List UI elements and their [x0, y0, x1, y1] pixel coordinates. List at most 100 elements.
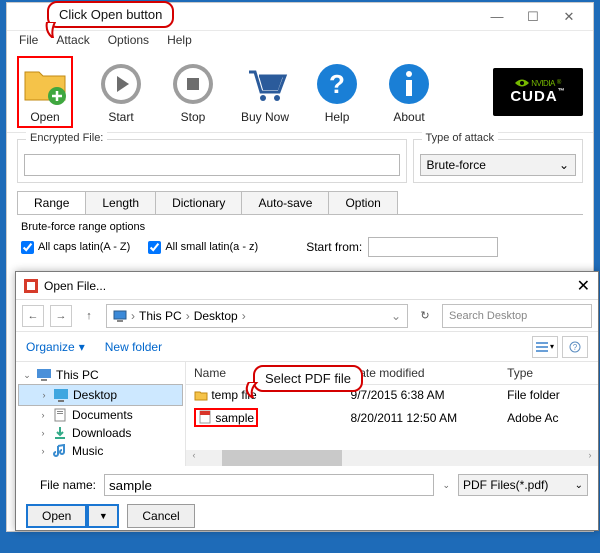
expand-icon[interactable]: ›	[38, 428, 48, 438]
about-button[interactable]: About	[385, 60, 433, 124]
desktop-icon	[53, 388, 69, 402]
stop-button[interactable]: Stop	[169, 60, 217, 124]
refresh-button[interactable]: ↻	[414, 305, 436, 327]
list-item[interactable]: sample 8/20/2011 12:50 AM Adobe Ac	[186, 405, 598, 430]
expand-icon[interactable]: ›	[38, 446, 48, 456]
folder-add-icon	[21, 60, 69, 108]
filetype-value: PDF Files(*.pdf)	[463, 478, 548, 492]
horizontal-scrollbar[interactable]: ‹›	[186, 450, 598, 466]
open-split-button[interactable]: ▼	[87, 504, 119, 528]
row-date: 9/7/2015 6:38 AM	[351, 388, 445, 402]
menubar: File Attack Options Help	[7, 31, 593, 51]
tab-option[interactable]: Option	[328, 191, 397, 214]
close-button[interactable]: ✕	[551, 6, 587, 28]
tree-documents[interactable]: ›Documents	[18, 406, 183, 424]
open-file-button[interactable]: Open	[26, 504, 87, 528]
dialog-title: Open File...	[44, 279, 106, 293]
filename-label: File name:	[26, 478, 96, 492]
nav-up-button[interactable]: ↑	[78, 305, 100, 327]
chevron-down-icon: ⌄	[559, 158, 569, 172]
nav-forward-button[interactable]: →	[50, 305, 72, 327]
dialog-titlebar: Open File... ✕	[16, 272, 598, 300]
menu-options[interactable]: Options	[100, 31, 157, 51]
pc-icon	[36, 368, 52, 382]
checkbox-small-input[interactable]	[148, 241, 161, 254]
col-type[interactable]: Type	[507, 366, 533, 380]
tab-dictionary[interactable]: Dictionary	[155, 191, 242, 214]
stop-icon	[169, 60, 217, 108]
close-icon: ✕	[577, 278, 590, 295]
folder-tree: ⌄This PC ›Desktop ›Documents ›Downloads …	[16, 362, 186, 466]
callout-select: Select PDF file	[253, 365, 363, 392]
open-button[interactable]: Open	[17, 56, 73, 128]
collapse-icon[interactable]: ⌄	[22, 370, 32, 381]
menu-file[interactable]: File	[11, 31, 46, 51]
search-input[interactable]: Search Desktop	[442, 304, 592, 328]
tree-desktop-label: Desktop	[73, 388, 117, 402]
buy-button[interactable]: Buy Now	[241, 60, 289, 124]
open-file-dialog: Open File... ✕ ← → ↑ › This PC › Desktop…	[15, 271, 599, 531]
tree-desktop[interactable]: › Desktop	[18, 384, 183, 406]
attack-type-group: Type of attack Brute-force ⌄	[413, 139, 583, 183]
chevron-right-icon: ›	[129, 309, 137, 323]
tab-range[interactable]: Range	[17, 191, 86, 214]
help-button[interactable]: ? Help	[313, 60, 361, 124]
attack-type-select[interactable]: Brute-force ⌄	[420, 154, 576, 176]
tree-thispc[interactable]: ⌄ This PC	[18, 366, 183, 384]
list-view-icon	[536, 341, 548, 353]
chevron-right-icon: ›	[240, 309, 248, 323]
encrypted-file-label: Encrypted File:	[26, 132, 107, 144]
expand-icon[interactable]: ›	[39, 390, 49, 400]
tree-downloads[interactable]: › Downloads	[18, 424, 183, 442]
pc-icon	[113, 309, 127, 323]
menu-help[interactable]: Help	[159, 31, 200, 51]
new-folder-button[interactable]: New folder	[105, 340, 162, 354]
col-name[interactable]: Name	[194, 366, 226, 380]
encrypted-file-input[interactable]	[24, 154, 400, 176]
crumb-thispc[interactable]: This PC	[139, 309, 182, 323]
filetype-select[interactable]: PDF Files(*.pdf) ⌄	[458, 474, 588, 496]
callout-select-text: Select PDF file	[265, 371, 351, 386]
start-from-group: Start from:	[306, 237, 498, 257]
nav-back-button[interactable]: ←	[22, 305, 44, 327]
expand-icon[interactable]: ›	[38, 410, 48, 420]
crumb-dropdown-icon[interactable]: ⌄	[391, 309, 401, 323]
checkbox-caps-input[interactable]	[21, 241, 34, 254]
row-type: Adobe Ac	[507, 411, 558, 425]
checkbox-small-label: All small latin(a - z)	[165, 241, 258, 253]
filename-input[interactable]	[104, 474, 434, 496]
tab-autosave[interactable]: Auto-save	[241, 191, 329, 214]
folder-icon	[194, 389, 208, 401]
cancel-button[interactable]: Cancel	[127, 504, 194, 528]
minimize-button[interactable]: —	[479, 6, 515, 28]
file-attack-panel: Encrypted File: Type of attack Brute-for…	[7, 133, 593, 185]
help-icon: ?	[313, 60, 361, 108]
scrollbar-thumb[interactable]	[222, 450, 342, 466]
nvidia-badge: NVIDIA® CUDA™	[493, 68, 583, 116]
attack-type-value: Brute-force	[427, 158, 486, 172]
tree-music[interactable]: ›Music	[18, 442, 183, 460]
view-help-button[interactable]: ?	[562, 336, 588, 358]
crumb-desktop[interactable]: Desktop	[194, 309, 238, 323]
start-from-label: Start from:	[306, 240, 362, 254]
music-icon	[52, 444, 68, 458]
start-from-input[interactable]	[368, 237, 498, 257]
start-button[interactable]: Start	[97, 60, 145, 124]
open-label: Open	[30, 110, 59, 124]
start-label: Start	[108, 110, 133, 124]
dialog-close-button[interactable]: ✕	[577, 276, 590, 296]
tree-downloads-label: Downloads	[72, 426, 131, 440]
organize-button[interactable]: Organize ▾	[26, 340, 85, 354]
main-window: Click Open button — ☐ ✕ File Attack Opti…	[6, 2, 594, 532]
refresh-icon: ↻	[420, 309, 429, 322]
tree-thispc-label: This PC	[56, 368, 99, 382]
range-header: Brute-force range options	[21, 221, 579, 233]
view-mode-button[interactable]: ▾	[532, 336, 558, 358]
checkbox-caps[interactable]: All caps latin(A - Z)	[21, 241, 130, 254]
chevron-down-icon: ⌄	[575, 480, 583, 491]
documents-icon	[52, 408, 68, 422]
maximize-button[interactable]: ☐	[515, 6, 551, 28]
tab-length[interactable]: Length	[85, 191, 156, 214]
checkbox-small[interactable]: All small latin(a - z)	[148, 241, 258, 254]
breadcrumb[interactable]: › This PC › Desktop › ⌄	[106, 304, 408, 328]
